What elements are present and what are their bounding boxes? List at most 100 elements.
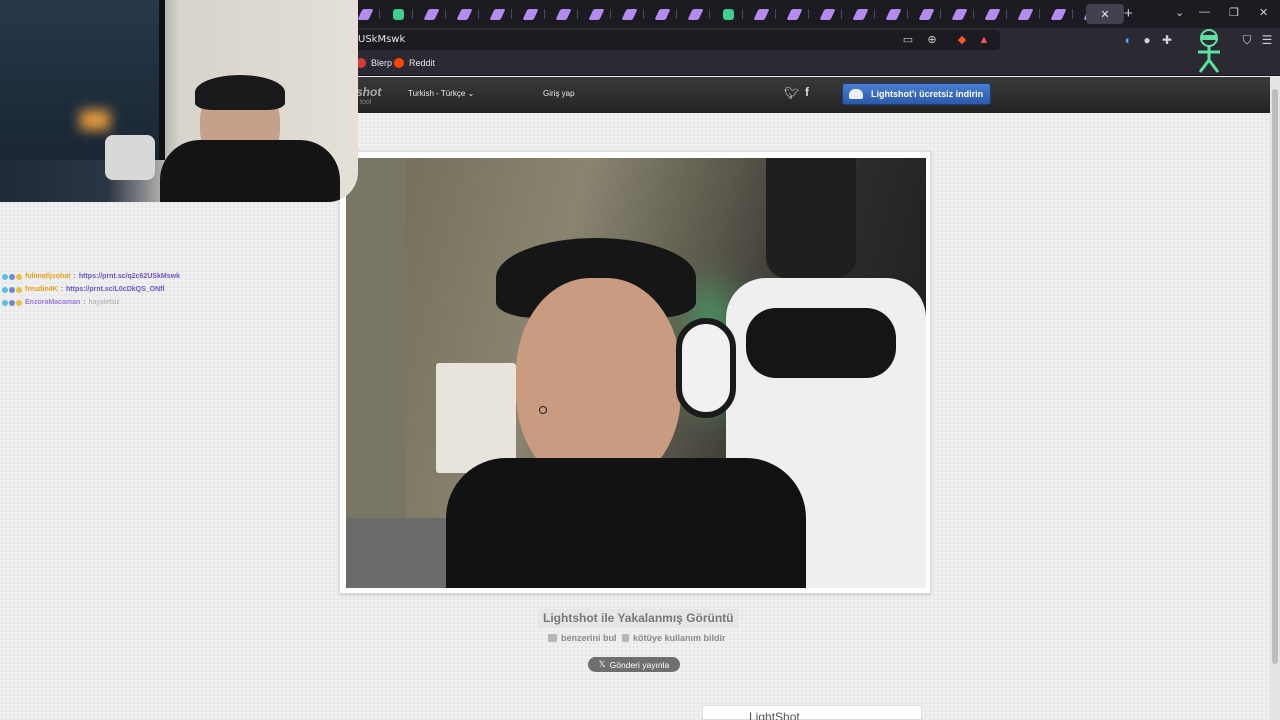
browser-tab[interactable]	[548, 4, 578, 24]
find-similar-link[interactable]: benzerini bul	[548, 633, 617, 643]
post-button[interactable]: 𝕏 Gönderi yayınla	[588, 657, 680, 672]
browser-tab[interactable]	[680, 4, 710, 24]
cloud-icon	[849, 89, 863, 99]
chat-text: hayaletsiz	[88, 299, 120, 306]
brave-shield-icon[interactable]: ◆	[956, 34, 968, 46]
tab-favicon	[488, 8, 506, 20]
url-text: USkMswk	[358, 34, 406, 45]
browser-tab[interactable]	[746, 4, 776, 24]
extension-icon[interactable]: ✚	[1160, 33, 1174, 47]
maximize-icon[interactable]: ❐	[1229, 6, 1239, 19]
tab-favicon	[521, 8, 539, 20]
reader-icon[interactable]: ▭	[902, 34, 914, 46]
tab-favicon	[884, 8, 902, 20]
tab-favicon	[950, 8, 968, 20]
webcam-microphone	[105, 135, 155, 180]
site-logo[interactable]: shot	[356, 85, 381, 99]
chat-username: fulimatijsohat	[25, 273, 71, 280]
browser-tab[interactable]	[1010, 4, 1040, 24]
tab-favicon	[851, 8, 869, 20]
cursor-icon	[539, 406, 547, 414]
browser-tab[interactable]	[812, 4, 842, 24]
facebook-icon[interactable]: f	[805, 85, 809, 99]
browser-tab[interactable]	[482, 4, 512, 24]
browser-tab[interactable]	[581, 4, 611, 24]
active-tab[interactable]: ✕	[1086, 4, 1124, 24]
badge-icon	[16, 273, 22, 280]
twitter-icon[interactable]: 🐦︎	[784, 86, 799, 100]
menu-icon[interactable]: ☰	[1260, 33, 1274, 47]
chat-badges	[2, 286, 22, 293]
chevron-down-icon[interactable]: ⌄	[1175, 6, 1184, 19]
captured-screenshot[interactable]	[346, 158, 926, 588]
tab-favicon	[983, 8, 1001, 20]
tab-favicon	[917, 8, 935, 20]
report-abuse-link[interactable]: kötüye kullanım bildir	[622, 633, 726, 643]
browser-tab[interactable]	[977, 4, 1007, 24]
scene-headphone	[676, 318, 736, 418]
tab-separator	[610, 9, 611, 19]
badge-icon	[16, 286, 22, 293]
browser-tab[interactable]	[1043, 4, 1073, 24]
tab-separator	[742, 9, 743, 19]
tab-favicon	[653, 8, 671, 20]
webcam-overlay	[0, 0, 358, 202]
bookmark-blerp[interactable]: Blerp	[356, 58, 392, 68]
chat-text: https://prnt.sc/q2c62USkMswk	[78, 273, 180, 280]
minimize-icon[interactable]: —	[1199, 6, 1210, 18]
screenshot-frame	[339, 151, 931, 594]
tab-separator	[1039, 9, 1040, 19]
login-link[interactable]: Giriş yap	[543, 89, 575, 98]
language-select[interactable]: Turkish - Türkçe ⌄	[408, 89, 474, 98]
tab-separator	[511, 9, 512, 19]
stream-chat: fulimatijsohat: https://prnt.sc/q2c62USkM…	[2, 270, 242, 309]
browser-tab[interactable]	[614, 4, 644, 24]
close-icon[interactable]: ✕	[1100, 8, 1109, 21]
badge-icon	[9, 299, 15, 306]
plus-icon[interactable]: +	[1124, 5, 1133, 22]
zoom-icon[interactable]: ⊕	[926, 34, 938, 46]
download-button[interactable]: Lightshot'ı ücretsiz indirin	[842, 83, 991, 105]
tab-favicon	[1016, 8, 1034, 20]
browser-tab[interactable]	[878, 4, 908, 24]
chat-badges	[2, 273, 22, 280]
tab-separator	[940, 9, 941, 19]
scrollbar[interactable]	[1270, 77, 1280, 720]
tab-favicon	[818, 8, 836, 20]
chat-message: EnzoraMacaman: hayaletsiz	[2, 296, 242, 309]
browser-tab[interactable]	[911, 4, 941, 24]
badge-icon	[16, 299, 22, 306]
chevron-down-icon: ⌄	[467, 89, 475, 98]
browser-tab[interactable]	[647, 4, 677, 24]
tab-separator	[577, 9, 578, 19]
tab-separator	[379, 9, 380, 19]
tab-separator	[907, 9, 908, 19]
tab-favicon	[752, 8, 770, 20]
browser-tab[interactable]	[416, 4, 446, 24]
record-icon[interactable]: ●	[1140, 33, 1154, 47]
browser-tab[interactable]	[713, 4, 743, 24]
browser-tab[interactable]	[515, 4, 545, 24]
browser-tab[interactable]	[944, 4, 974, 24]
window-close-icon[interactable]: ✕	[1259, 6, 1268, 19]
scene-cabinet	[436, 363, 516, 473]
scene-face	[516, 278, 681, 488]
shield-icon[interactable]: ⛉	[1240, 33, 1254, 47]
address-bar[interactable]: USkMswk ▭ ⊕ ◆ ▲	[340, 30, 1000, 50]
browser-tab[interactable]	[383, 4, 413, 24]
browser-tab[interactable]	[845, 4, 875, 24]
browser-tab[interactable]	[779, 4, 809, 24]
bookmark-reddit[interactable]: Reddit	[394, 58, 435, 68]
badge-icon	[2, 299, 8, 306]
capture-title: Lightshot ile Yakalanmış Görüntü	[538, 609, 739, 628]
audio-icon[interactable]: ◖	[1120, 33, 1134, 47]
tab-favicon	[686, 8, 704, 20]
tab-separator	[445, 9, 446, 19]
brave-rewards-icon[interactable]: ▲	[978, 34, 990, 46]
tab-favicon	[455, 8, 473, 20]
scroll-thumb[interactable]	[1272, 89, 1278, 664]
bottom-banner[interactable]: LightShot	[702, 705, 922, 720]
chat-username: freudin4K	[25, 286, 58, 293]
browser-tab[interactable]	[449, 4, 479, 24]
badge-icon	[2, 273, 8, 280]
